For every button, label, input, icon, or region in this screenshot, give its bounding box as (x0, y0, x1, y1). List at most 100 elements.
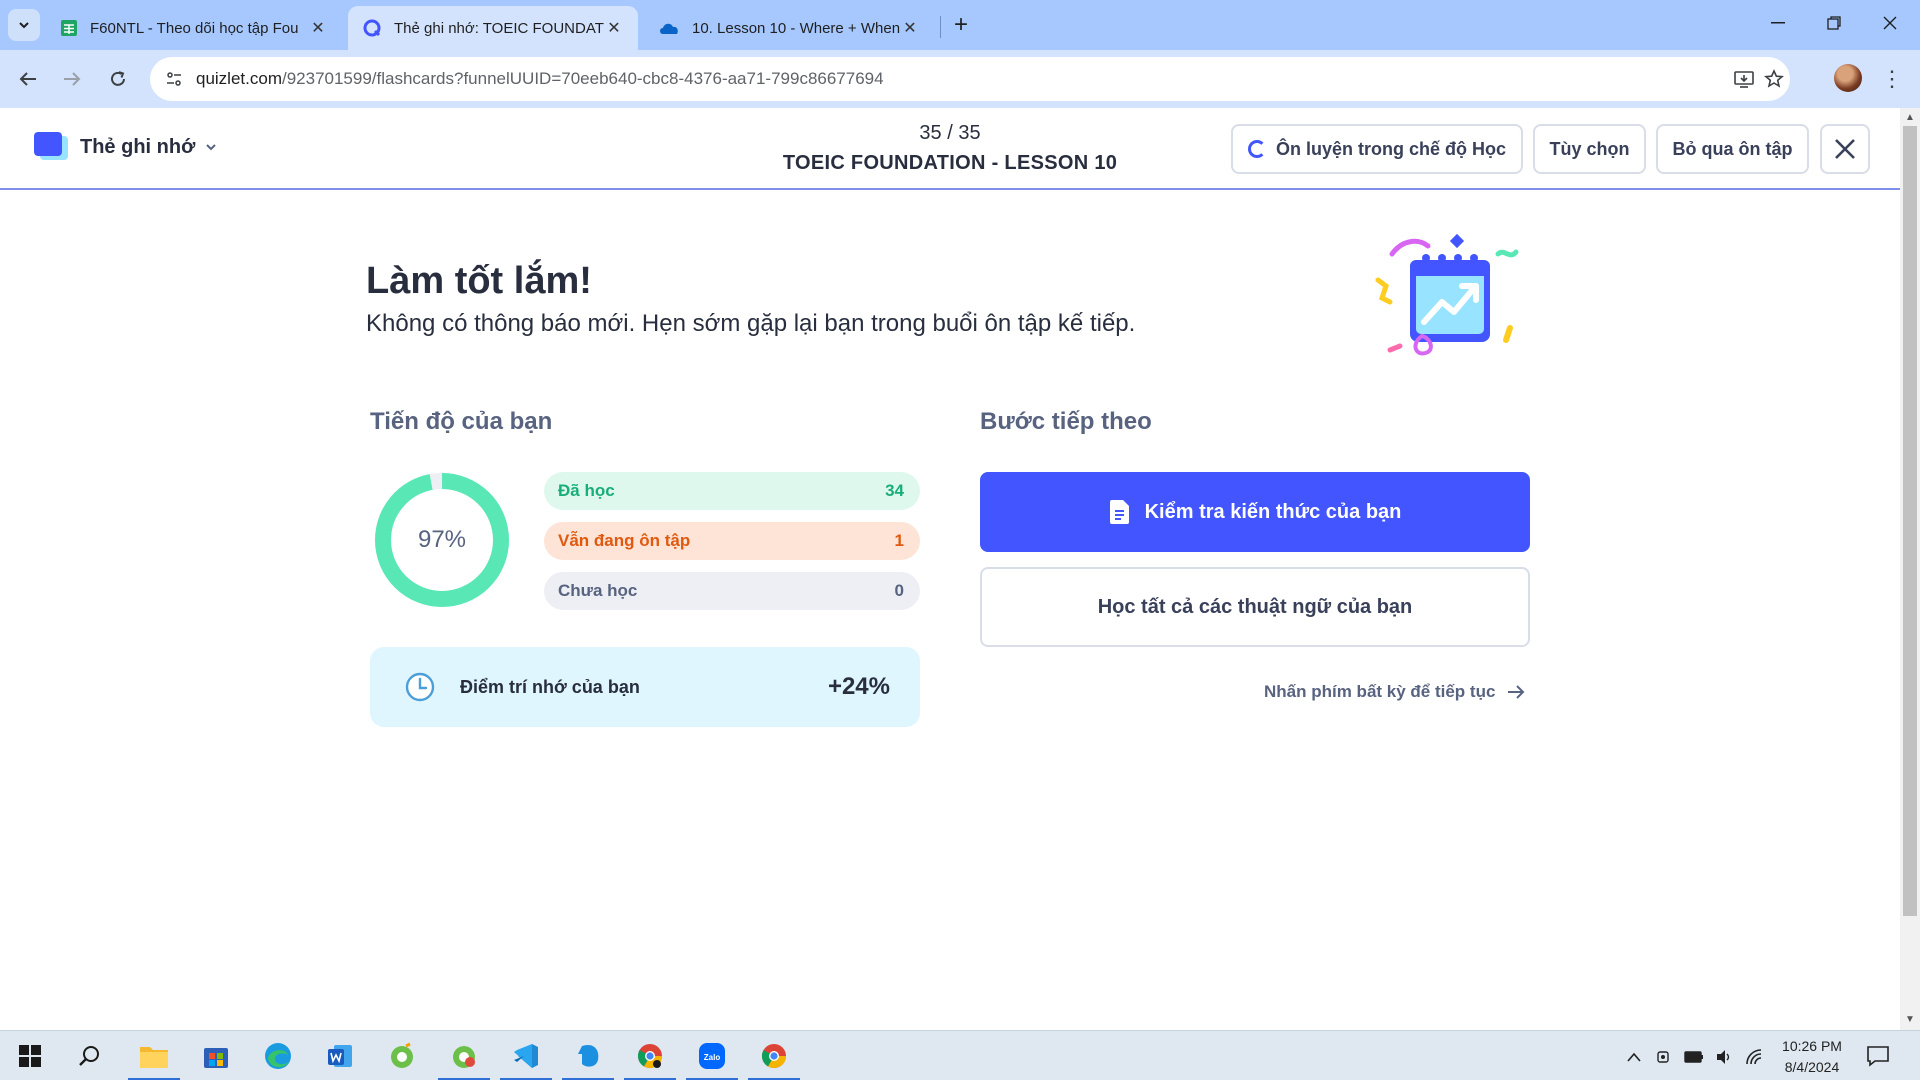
tab-search-button[interactable] (8, 9, 40, 41)
stat-reviewing-value: 1 (894, 531, 904, 550)
restore-button[interactable] (1806, 0, 1862, 46)
chevron-up-icon[interactable] (1624, 1047, 1644, 1067)
word-icon[interactable] (320, 1036, 360, 1076)
install-app-icon[interactable] (1732, 67, 1756, 91)
skip-review-button[interactable]: Bỏ qua ôn tập (1656, 124, 1809, 174)
study-all-terms-button[interactable]: Học tất cả các thuật ngữ của bạn (980, 567, 1530, 647)
stat-unlearned-value: 0 (894, 581, 904, 600)
onedrive-icon (660, 23, 678, 34)
wifi-icon[interactable] (1744, 1047, 1764, 1067)
learn-mode-icon (1247, 140, 1266, 158)
clock-time: 10:26 PM (1782, 1038, 1842, 1054)
calendar-growth-illustration (1375, 233, 1519, 356)
tab-sheets[interactable]: F60NTL - Theo dõi học tập Fou ✕ (46, 6, 342, 50)
reload-button[interactable] (102, 63, 134, 95)
stat-reviewing: Vẫn đang ôn tập 1 (544, 522, 920, 560)
windows-taskbar: Zalo 10:26 PM 8/4/2024 (0, 1030, 1920, 1080)
memory-score-value: +24% (827, 673, 890, 700)
close-icon (1835, 139, 1855, 159)
chrome-icon[interactable] (748, 1036, 800, 1080)
quizlet-page: Thẻ ghi nhớ 35 / 35 TOEIC FOUNDATION - L… (0, 108, 1900, 1030)
profile-avatar[interactable] (1834, 64, 1862, 92)
app-green-icon[interactable] (382, 1036, 422, 1076)
memory-score-label: Điểm trí nhớ của bạn (460, 677, 640, 697)
url-path: /923701599/flashcards?funnelUUID=70eeb64… (281, 69, 884, 88)
tab-title: Thẻ ghi nhớ: TOEIC FOUNDATIC (394, 19, 604, 37)
url-host: quizlet.com (196, 69, 282, 88)
minimize-button[interactable] (1750, 0, 1806, 46)
system-clock[interactable]: 10:26 PM 8/4/2024 (1772, 1036, 1852, 1078)
minimize-icon (1771, 22, 1785, 24)
windows-start-icon[interactable] (10, 1036, 50, 1076)
document-icon (1109, 500, 1129, 524)
test-knowledge-label: Kiểm tra kiến thức của bạn (1144, 500, 1402, 523)
clock-date: 8/4/2024 (1784, 1059, 1840, 1075)
chrome-profile-icon[interactable] (624, 1036, 676, 1080)
stat-learned-value: 34 (885, 481, 904, 500)
file-explorer-icon[interactable] (128, 1036, 180, 1080)
tab-title: 10. Lesson 10 - Where + When (692, 19, 900, 37)
site-info-icon[interactable] (162, 67, 186, 91)
progress-percent: 97% (417, 526, 467, 553)
notification-icon[interactable] (1866, 1045, 1890, 1067)
close-tab-icon[interactable]: ✕ (604, 18, 624, 38)
skip-review-label: Bỏ qua ôn tập (1672, 138, 1793, 159)
restore-icon (1827, 16, 1841, 30)
tab-title: F60NTL - Theo dõi học tập Fou (90, 19, 299, 37)
vscode-icon[interactable] (500, 1036, 552, 1080)
search-icon[interactable] (70, 1036, 110, 1076)
back-button[interactable] (12, 63, 44, 95)
test-knowledge-button[interactable]: Kiểm tra kiến thức của bạn (980, 472, 1530, 552)
stat-unlearned: Chưa học 0 (544, 572, 920, 610)
progress-section-title: Tiến độ của bạn (370, 408, 553, 435)
close-window-button[interactable] (1862, 0, 1918, 46)
options-button[interactable]: Tùy chọn (1533, 124, 1646, 174)
microsoft-store-icon[interactable] (196, 1036, 236, 1076)
reload-icon (111, 71, 125, 86)
close-tab-icon[interactable]: ✕ (308, 18, 328, 38)
close-tab-icon[interactable]: ✕ (900, 18, 920, 38)
continue-hint-label: Nhấn phím bất kỳ để tiếp tục (1264, 682, 1496, 701)
arrow-left-icon (19, 72, 36, 86)
study-mode-button[interactable]: Ôn luyện trong chế độ Học (1231, 124, 1523, 174)
completion-headline: Làm tốt lắm! (366, 260, 592, 302)
stat-unlearned-label: Chưa học (558, 581, 638, 600)
study-mode-label: Ôn luyện trong chế độ Học (1275, 138, 1506, 159)
quizlet-icon (363, 19, 381, 37)
svg-text:Zalo: Zalo (704, 1053, 721, 1062)
edge-icon[interactable] (258, 1036, 298, 1076)
browser-tab-strip: F60NTL - Theo dõi học tập Fou ✕ Thẻ ghi … (0, 0, 1920, 50)
tab-quizlet[interactable]: Thẻ ghi nhớ: TOEIC FOUNDATIC ✕ (348, 6, 638, 50)
forward-button[interactable] (56, 63, 88, 95)
arrow-right-icon (64, 72, 81, 86)
address-bar[interactable]: quizlet.com/923701599/flashcards?funnelU… (150, 57, 1790, 101)
next-steps-title: Bước tiếp theo (980, 408, 1152, 435)
scrollbar-thumb[interactable] (1903, 126, 1917, 916)
scroll-up-icon[interactable]: ▲ (1904, 112, 1916, 124)
url-text: quizlet.com/923701599/flashcards?funnelU… (196, 69, 884, 89)
stat-learned: Đã học 34 (544, 472, 920, 510)
tab-separator (940, 16, 941, 38)
flashcards-header: Thẻ ghi nhớ 35 / 35 TOEIC FOUNDATION - L… (0, 108, 1900, 190)
new-tab-button[interactable]: + (946, 10, 976, 40)
continue-hint[interactable]: Nhấn phím bất kỳ để tiếp tục (1264, 682, 1525, 702)
stat-learned-label: Đã học (558, 481, 615, 500)
close-flashcards-button[interactable] (1820, 124, 1870, 174)
clock-icon (405, 672, 435, 702)
stat-reviewing-label: Vẫn đang ôn tập (558, 531, 691, 550)
battery-icon[interactable] (1684, 1047, 1704, 1067)
scroll-down-icon[interactable]: ▼ (1904, 1014, 1916, 1026)
tab-onedrive[interactable]: 10. Lesson 10 - Where + When ✕ (644, 6, 934, 50)
evernote-blue-icon[interactable] (562, 1036, 614, 1080)
zalo-icon[interactable]: Zalo (686, 1036, 738, 1080)
page-scrollbar[interactable]: ▲ ▼ (1900, 108, 1920, 1030)
options-label: Tùy chọn (1549, 138, 1630, 159)
browser-toolbar: quizlet.com/923701599/flashcards?funnelU… (0, 50, 1920, 108)
app-green-active-icon[interactable] (438, 1036, 490, 1080)
bookmark-star-icon[interactable] (1762, 67, 1786, 91)
memory-score-card: Điểm trí nhớ của bạn +24% (370, 647, 920, 727)
arrow-right-icon (1508, 685, 1525, 699)
browser-menu-icon[interactable]: ⋮ (1880, 64, 1904, 94)
volume-icon[interactable] (1714, 1047, 1734, 1067)
meet-now-icon[interactable] (1654, 1047, 1674, 1067)
